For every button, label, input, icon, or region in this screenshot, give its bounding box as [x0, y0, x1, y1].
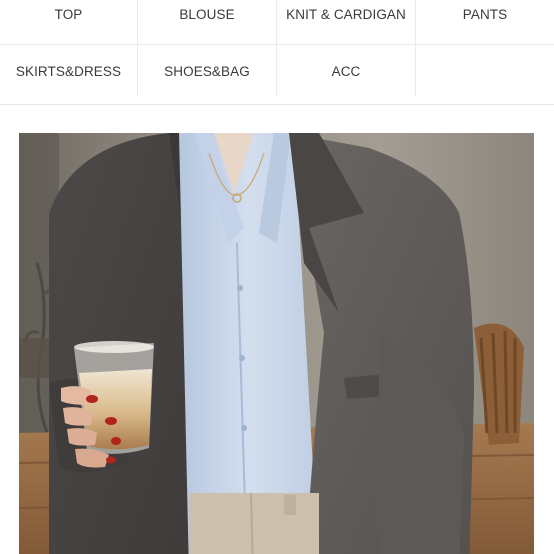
category-top[interactable]: TOP: [0, 0, 138, 44]
category-blouse[interactable]: BLOUSE: [138, 0, 277, 44]
category-acc[interactable]: ACC: [277, 45, 416, 97]
product-photo[interactable]: [19, 133, 534, 554]
category-empty-cell: [416, 45, 554, 97]
category-menu: TOP BLOUSE KNIT & CARDIGAN PANTS SKIRTS&…: [0, 0, 554, 105]
category-pants[interactable]: PANTS: [416, 0, 554, 44]
category-row: SKIRTS&DRESS SHOES&BAG ACC: [0, 44, 554, 97]
product-photo-image: [19, 133, 534, 554]
category-knit-cardigan[interactable]: KNIT & CARDIGAN: [277, 0, 416, 44]
category-skirts-dress[interactable]: SKIRTS&DRESS: [0, 45, 138, 97]
page: TOP BLOUSE KNIT & CARDIGAN PANTS SKIRTS&…: [0, 0, 554, 554]
category-row: TOP BLOUSE KNIT & CARDIGAN PANTS: [0, 0, 554, 44]
category-shoes-bag[interactable]: SHOES&BAG: [138, 45, 277, 97]
